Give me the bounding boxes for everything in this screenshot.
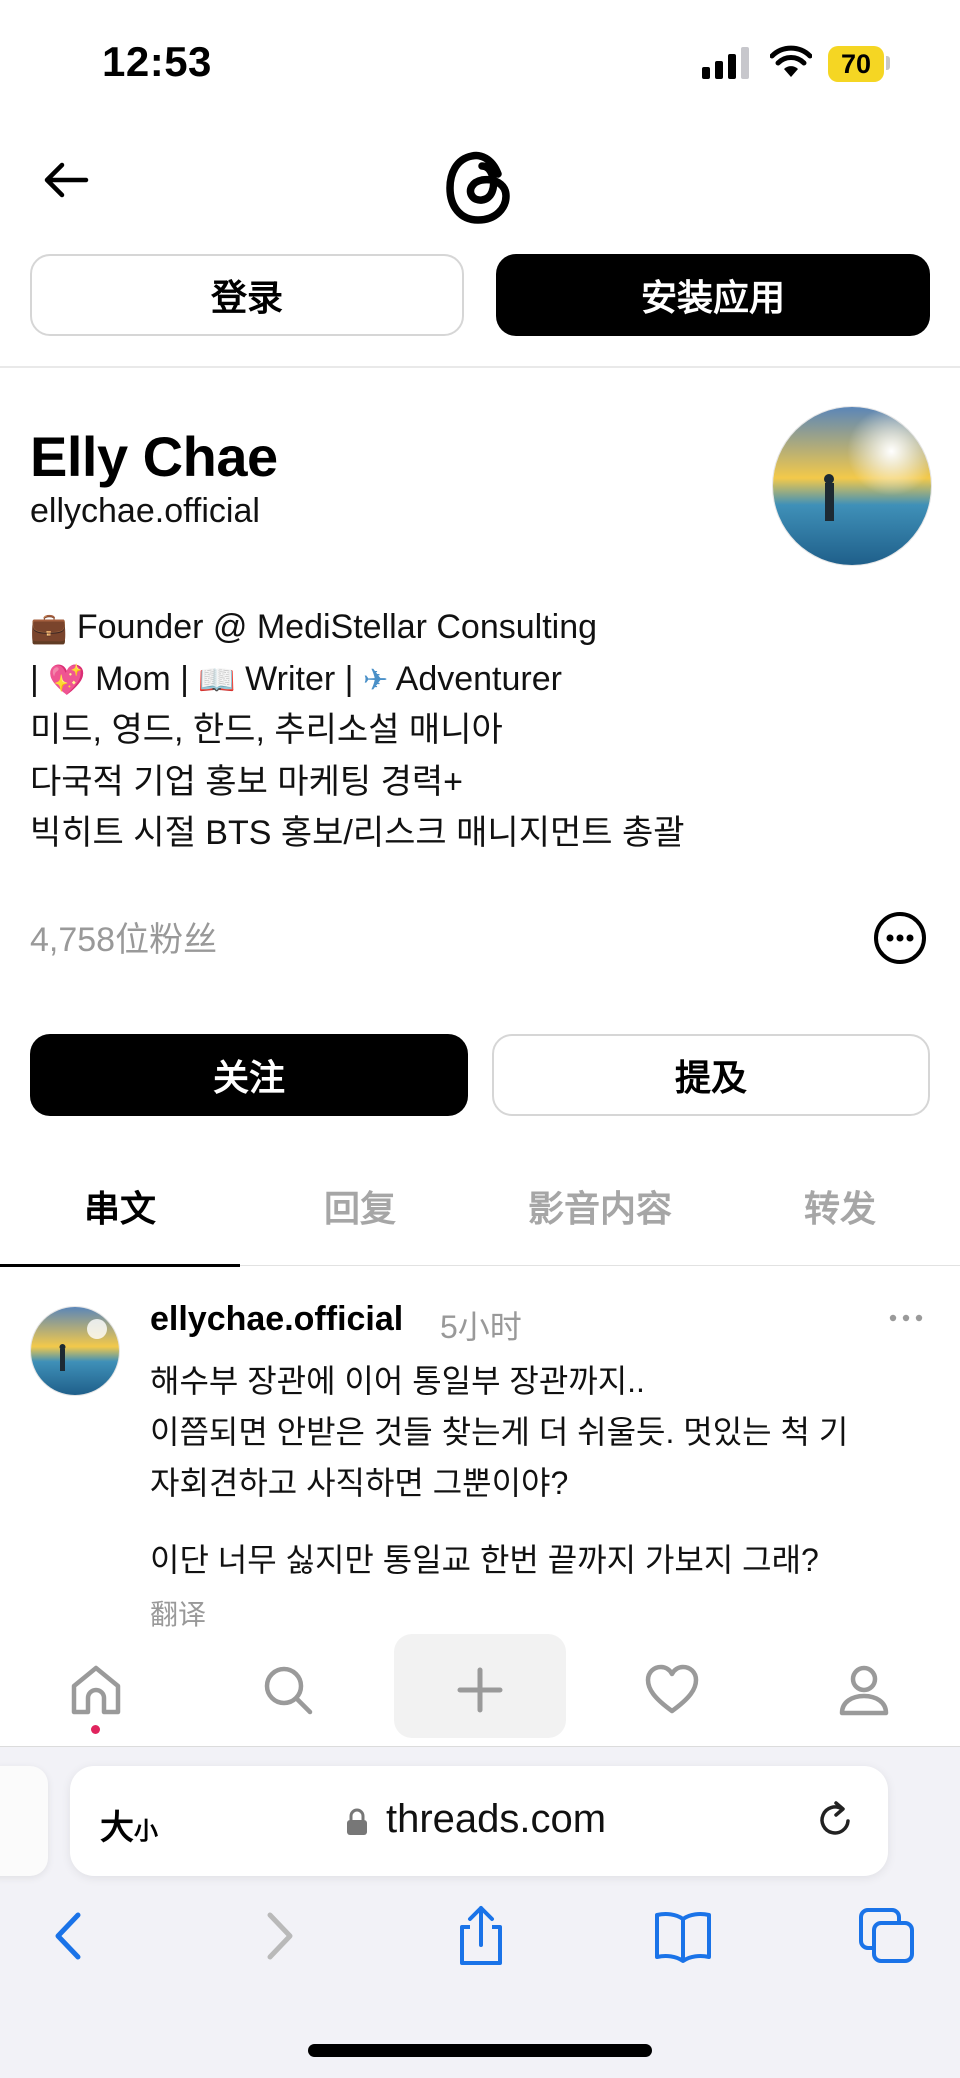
avatar-image	[31, 1307, 119, 1395]
sparkling-heart-icon: 💖	[48, 662, 86, 698]
heart-icon[interactable]	[640, 1658, 704, 1722]
post-timestamp: 5小时	[440, 1309, 522, 1345]
login-button[interactable]: 登录	[30, 254, 464, 336]
post-more-icon[interactable]	[888, 1310, 924, 1326]
bio-line-4: 다국적 기업 홍보 마케팅 경력+	[30, 762, 463, 801]
notification-dot	[91, 1725, 100, 1734]
followers-count[interactable]: 4,758位粉丝	[30, 912, 217, 961]
url-text[interactable]: threads.com	[386, 1797, 606, 1842]
bookmarks-icon[interactable]	[652, 1905, 714, 1967]
bio-line-2: | 💖 Mom | 📖 Writer | ✈ Adventurer	[30, 659, 562, 698]
cellular-signal-icon	[702, 47, 749, 79]
chevron-right-icon[interactable]	[246, 1905, 308, 1967]
post-body: 해수부 장관에 이어 통일부 장관까지.. 이쯤되면 안받은 것들 찾는게 더 …	[150, 1356, 940, 1509]
battery-tip	[886, 56, 890, 70]
plus-icon[interactable]	[448, 1658, 512, 1722]
post-line: 이단 너무 싫지만 통일교 한번 끝까지 가보지 그래?	[150, 1542, 819, 1578]
profile-avatar[interactable]	[772, 406, 932, 566]
bio-line-5: 빅히트 시절 BTS 홍보/리스크 매니지먼트 총괄	[30, 814, 685, 852]
open-book-icon: 📖	[198, 662, 236, 698]
back-arrow-icon[interactable]	[40, 152, 96, 208]
mention-button[interactable]: 提及	[492, 1034, 930, 1116]
avatar-image	[773, 407, 931, 565]
tabs-icon[interactable]	[856, 1905, 918, 1967]
profile-icon[interactable]	[832, 1658, 896, 1722]
tab-replies[interactable]: 回复	[240, 1180, 480, 1232]
text-size-button[interactable]: 大小	[100, 1800, 158, 1849]
search-icon[interactable]	[256, 1658, 320, 1722]
post-line: 해수부 장관에 이어 통일부 장관까지..	[150, 1363, 645, 1399]
divider	[0, 366, 960, 368]
install-app-button[interactable]: 安装应用	[496, 254, 930, 336]
profile-name: Elly Chae	[30, 425, 278, 488]
profile-bio: 💼 Founder @ MediStellar Consulting | 💖 M…	[30, 602, 910, 860]
threads-logo-icon[interactable]	[440, 144, 520, 228]
bio-line-3: 미드, 영드, 한드, 추리소설 매니아	[30, 711, 503, 749]
home-icon[interactable]	[64, 1658, 128, 1722]
wifi-icon	[770, 45, 812, 77]
battery-indicator: 70	[828, 46, 884, 82]
post-line: 이쯤되면 안받은 것들 찾는게 더 쉬울듯. 멋있는 척 기	[150, 1414, 849, 1450]
post-author-avatar[interactable]	[30, 1306, 120, 1396]
airplane-icon: ✈	[362, 662, 389, 698]
share-icon[interactable]	[450, 1905, 512, 1967]
lock-icon	[347, 1808, 367, 1835]
post-line: 자회견하고 사직하면 그뿐이야?	[150, 1465, 569, 1501]
translate-link[interactable]: 翻译	[150, 1593, 206, 1633]
briefcase-icon: 💼	[30, 611, 68, 646]
post-username[interactable]: ellychae.official	[150, 1300, 403, 1339]
reload-icon[interactable]	[812, 1797, 858, 1843]
follow-button[interactable]: 关注	[30, 1034, 468, 1116]
tab-media[interactable]: 影音内容	[480, 1180, 720, 1232]
more-options-icon[interactable]	[872, 910, 928, 966]
profile-handle: ellychae.official	[30, 492, 260, 530]
bio-line-1: 💼 Founder @ MediStellar Consulting	[30, 608, 598, 646]
tab-threads[interactable]: 串文	[0, 1180, 240, 1232]
previous-tab-peek[interactable]	[0, 1766, 48, 1876]
chevron-left-icon[interactable]	[40, 1905, 102, 1967]
tab-reposts[interactable]: 转发	[720, 1180, 960, 1232]
tab-active-indicator	[0, 1264, 240, 1267]
home-indicator	[308, 2044, 652, 2057]
status-time: 12:53	[102, 38, 212, 85]
